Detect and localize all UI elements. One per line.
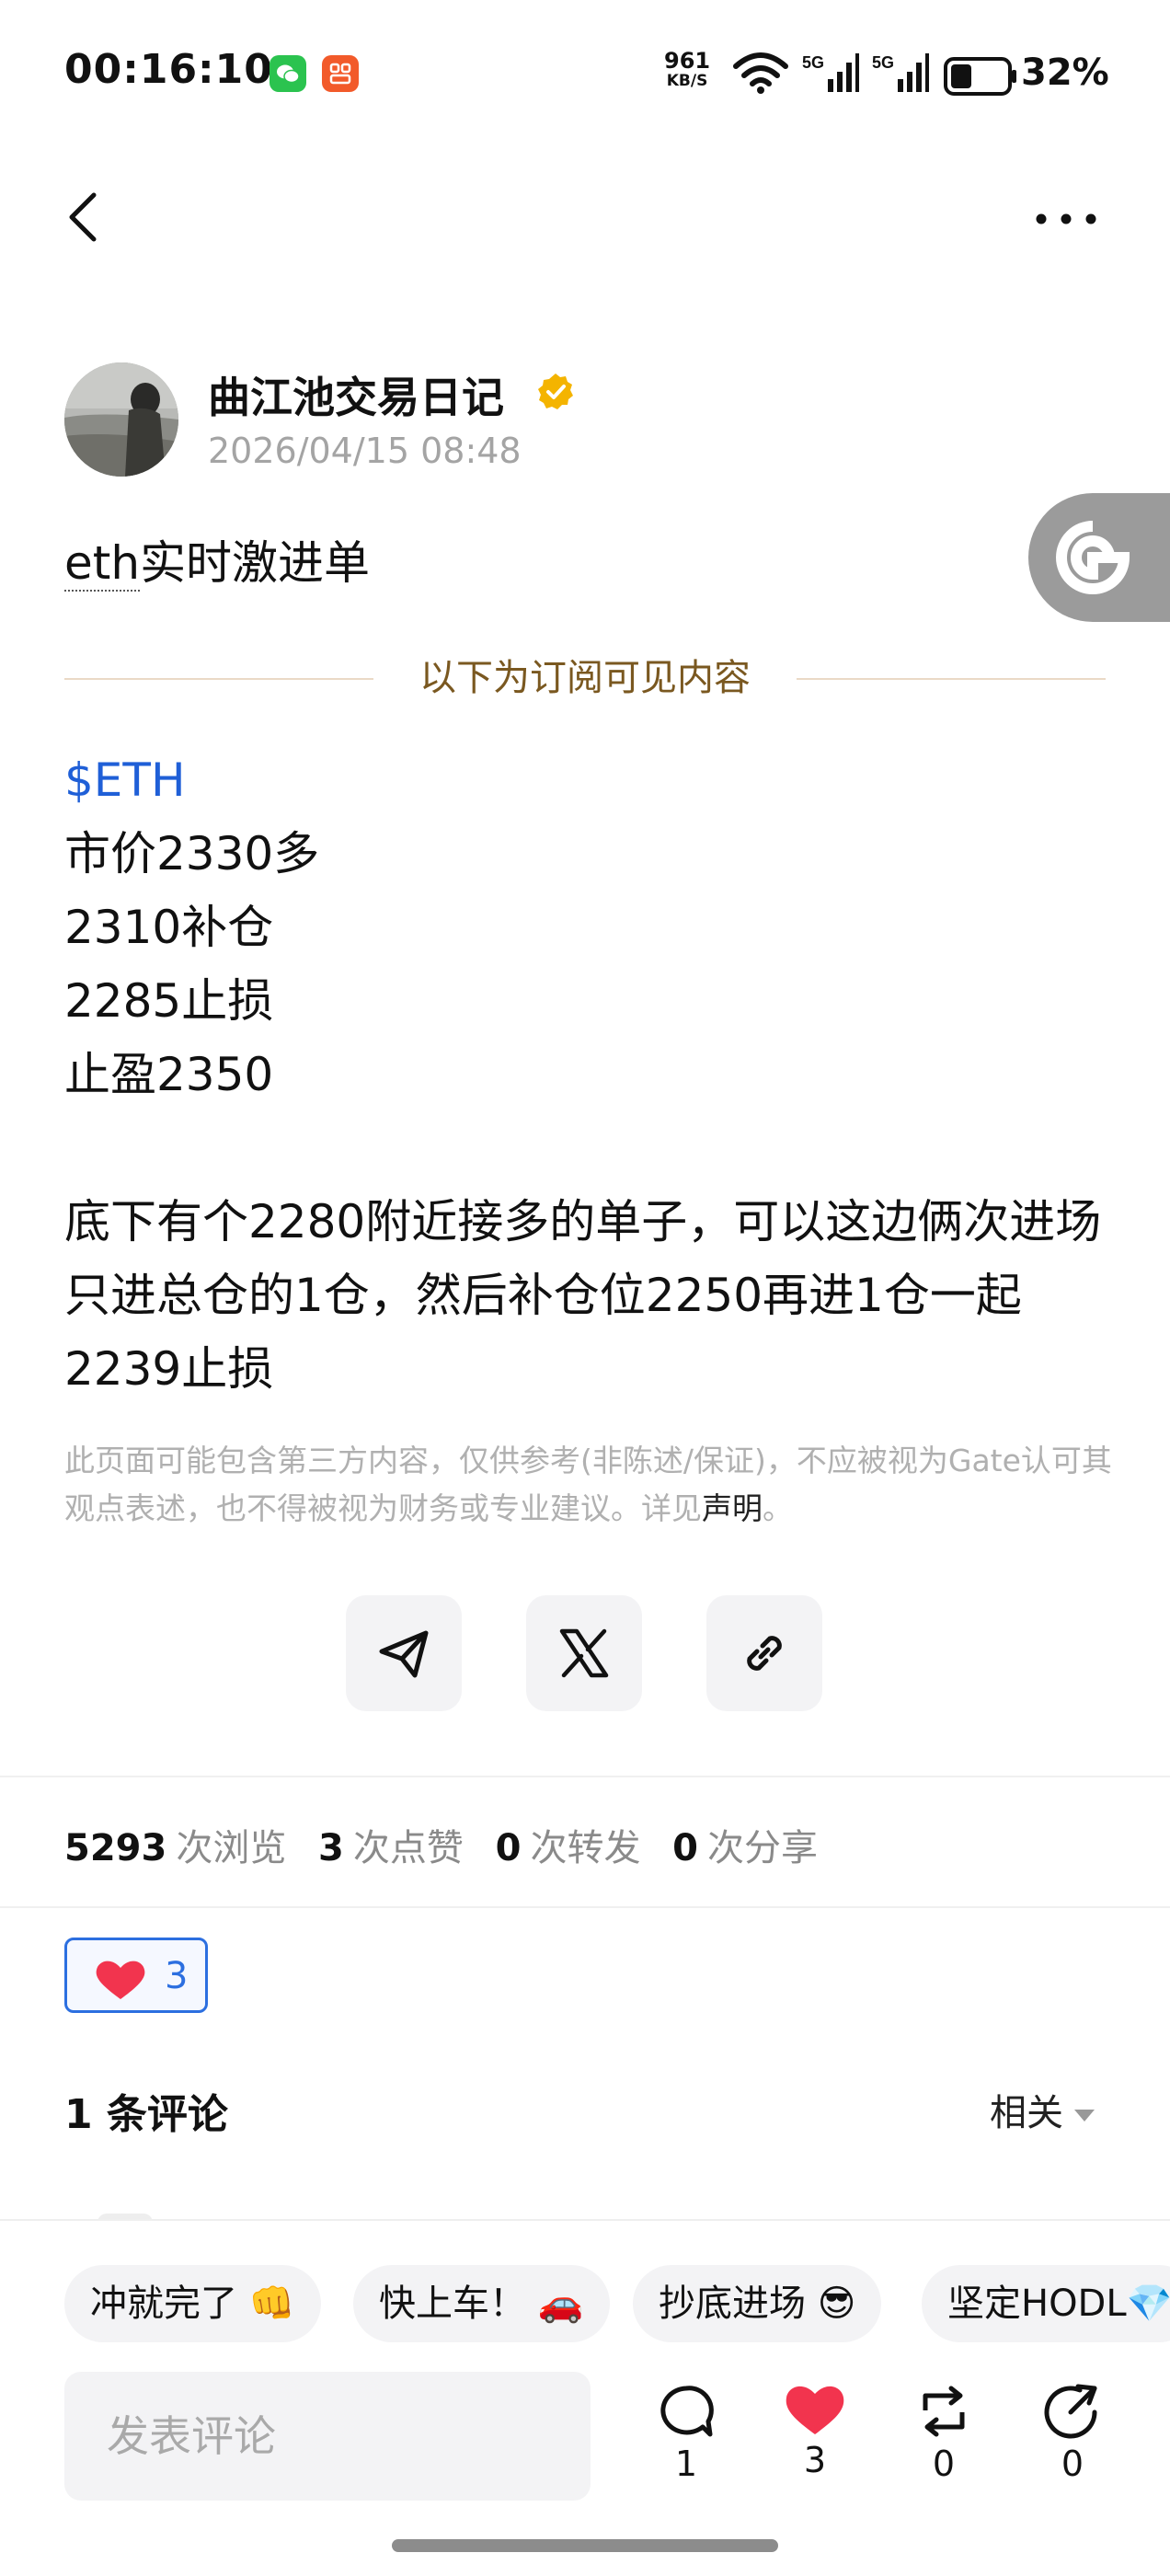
repost-action-button[interactable]: 0: [898, 2383, 990, 2484]
back-button[interactable]: [63, 188, 107, 247]
reaction-count: 3: [165, 1955, 189, 1997]
shares-label: 次分享: [707, 1827, 819, 1869]
author-name[interactable]: 曲江池交易日记: [208, 364, 504, 425]
svg-text:5G: 5G: [872, 53, 894, 72]
chevron-left-icon: [69, 192, 97, 242]
quick-reply-chip[interactable]: 快上车！ 🚗: [353, 2265, 610, 2342]
title-text: 实时激进单: [140, 536, 371, 590]
floating-action-button[interactable]: [1028, 493, 1170, 622]
disclaimer: 此页面可能包含第三方内容，仅供参考(非陈述/保证)，不应被视为Gate认可其观点…: [64, 1437, 1113, 1533]
more-options-button[interactable]: [1032, 208, 1100, 230]
verified-badge-icon: [535, 372, 576, 412]
comment-sort-dropdown[interactable]: 相关: [990, 2083, 1095, 2136]
content-line: 2310补仓: [64, 901, 274, 954]
share-x-button[interactable]: [526, 1595, 642, 1711]
status-time: 00:16:10: [64, 46, 273, 93]
caret-down-icon: [1074, 2109, 1095, 2122]
views-label: 次浏览: [176, 1827, 287, 1869]
reposts-count: 0: [495, 1827, 522, 1869]
likes-label: 次点赞: [352, 1827, 464, 1869]
share-arrow-icon: [1044, 2384, 1097, 2439]
battery-icon: [944, 57, 1017, 99]
quick-reply-chip[interactable]: 坚定HODL💎: [922, 2265, 1170, 2342]
post-title: eth实时激进单: [64, 526, 370, 592]
author-avatar[interactable]: [64, 362, 178, 477]
divider: [0, 1776, 1170, 1777]
disclaimer-link[interactable]: 声明: [702, 1490, 763, 1526]
network-speed-value: 961: [664, 48, 711, 74]
bottom-comment-bar: 冲就完了 👊 快上车！ 🚗 抄底进场 😎 坚定HODL💎 发表评论 1 3 0 …: [0, 2219, 1170, 2576]
heart-icon: [96, 1961, 145, 1999]
quick-reply-chip[interactable]: 冲就完了 👊: [64, 2265, 321, 2342]
disclaimer-text: 此页面可能包含第三方内容，仅供参考(非陈述/保证)，不应被视为Gate认可其观点…: [64, 1443, 1112, 1526]
wifi-icon: [732, 52, 789, 98]
gate-logo-icon: [1056, 521, 1130, 594]
comment-count: 1: [674, 2444, 698, 2484]
shares-count: 0: [672, 1827, 699, 1869]
content-line: 止盈2350: [64, 1048, 274, 1101]
share-count: 0: [1061, 2444, 1084, 2484]
ticker-link[interactable]: $ETH: [64, 743, 1113, 817]
views-count: 5293: [64, 1827, 167, 1869]
more-dots-icon: [1036, 213, 1096, 224]
comment-action-button[interactable]: 1: [640, 2383, 732, 2484]
heart-icon: [786, 2386, 844, 2434]
post-content: $ETH 市价2330多 2310补仓 2285止损 止盈2350 底下有个22…: [64, 743, 1113, 1406]
network-speed-unit: KB/S: [666, 72, 708, 90]
reaction-heart-chip[interactable]: 3: [64, 1938, 208, 2013]
disclaimer-end: 。: [763, 1490, 793, 1526]
content-line: 市价2330多: [64, 827, 320, 880]
5g-signal-icon: 5G: [802, 52, 859, 98]
comment-input[interactable]: 发表评论: [64, 2372, 591, 2501]
app-notification-icon: [322, 55, 359, 92]
avatar-photo: [64, 362, 178, 477]
share-action-button[interactable]: 0: [1027, 2383, 1118, 2484]
status-bar: 00:16:10 961 KB/S 5G 5G 32%: [0, 0, 1170, 147]
repost-icon: [923, 2386, 965, 2437]
like-action-button[interactable]: 3: [769, 2383, 861, 2480]
copy-link-button[interactable]: [706, 1595, 822, 1711]
content-gap: [64, 1111, 1113, 1185]
x-icon: [559, 1628, 609, 1678]
5g-signal-icon: 5G: [872, 52, 929, 98]
share-telegram-button[interactable]: [346, 1595, 462, 1711]
repost-count: 0: [932, 2444, 956, 2484]
title-tag-link[interactable]: eth: [64, 536, 141, 592]
sort-label: 相关: [990, 2092, 1063, 2134]
comments-title: 1 条评论: [64, 2091, 228, 2138]
battery-percentage: 32%: [1021, 52, 1109, 94]
post-stats: 5293 次浏览 3 次点赞 0 次转发 0 次分享: [64, 1818, 838, 1871]
post-timestamp: 2026/04/15 08:48: [208, 431, 522, 471]
comment-bubble-icon: [660, 2386, 714, 2437]
telegram-icon: [379, 1630, 429, 1678]
home-indicator[interactable]: [392, 2539, 778, 2552]
network-speed: 961 KB/S: [664, 50, 710, 90]
divider: [0, 1906, 1170, 1908]
like-count: 3: [803, 2440, 827, 2480]
content-line: 2285止损: [64, 974, 274, 1028]
link-icon: [747, 1636, 782, 1671]
content-paragraph: 底下有个2280附近接多的单子，可以这边俩次进场只进总仓的1仓，然后补仓位225…: [64, 1195, 1102, 1396]
svg-text:5G: 5G: [802, 53, 824, 72]
subscription-divider: 以下为订阅可见内容: [64, 655, 1106, 701]
reposts-label: 次转发: [530, 1827, 641, 1869]
divider-line-right: [797, 678, 1106, 680]
wechat-icon: [270, 55, 306, 92]
likes-count: 3: [318, 1827, 344, 1869]
quick-reply-chip[interactable]: 抄底进场 😎: [633, 2265, 882, 2342]
